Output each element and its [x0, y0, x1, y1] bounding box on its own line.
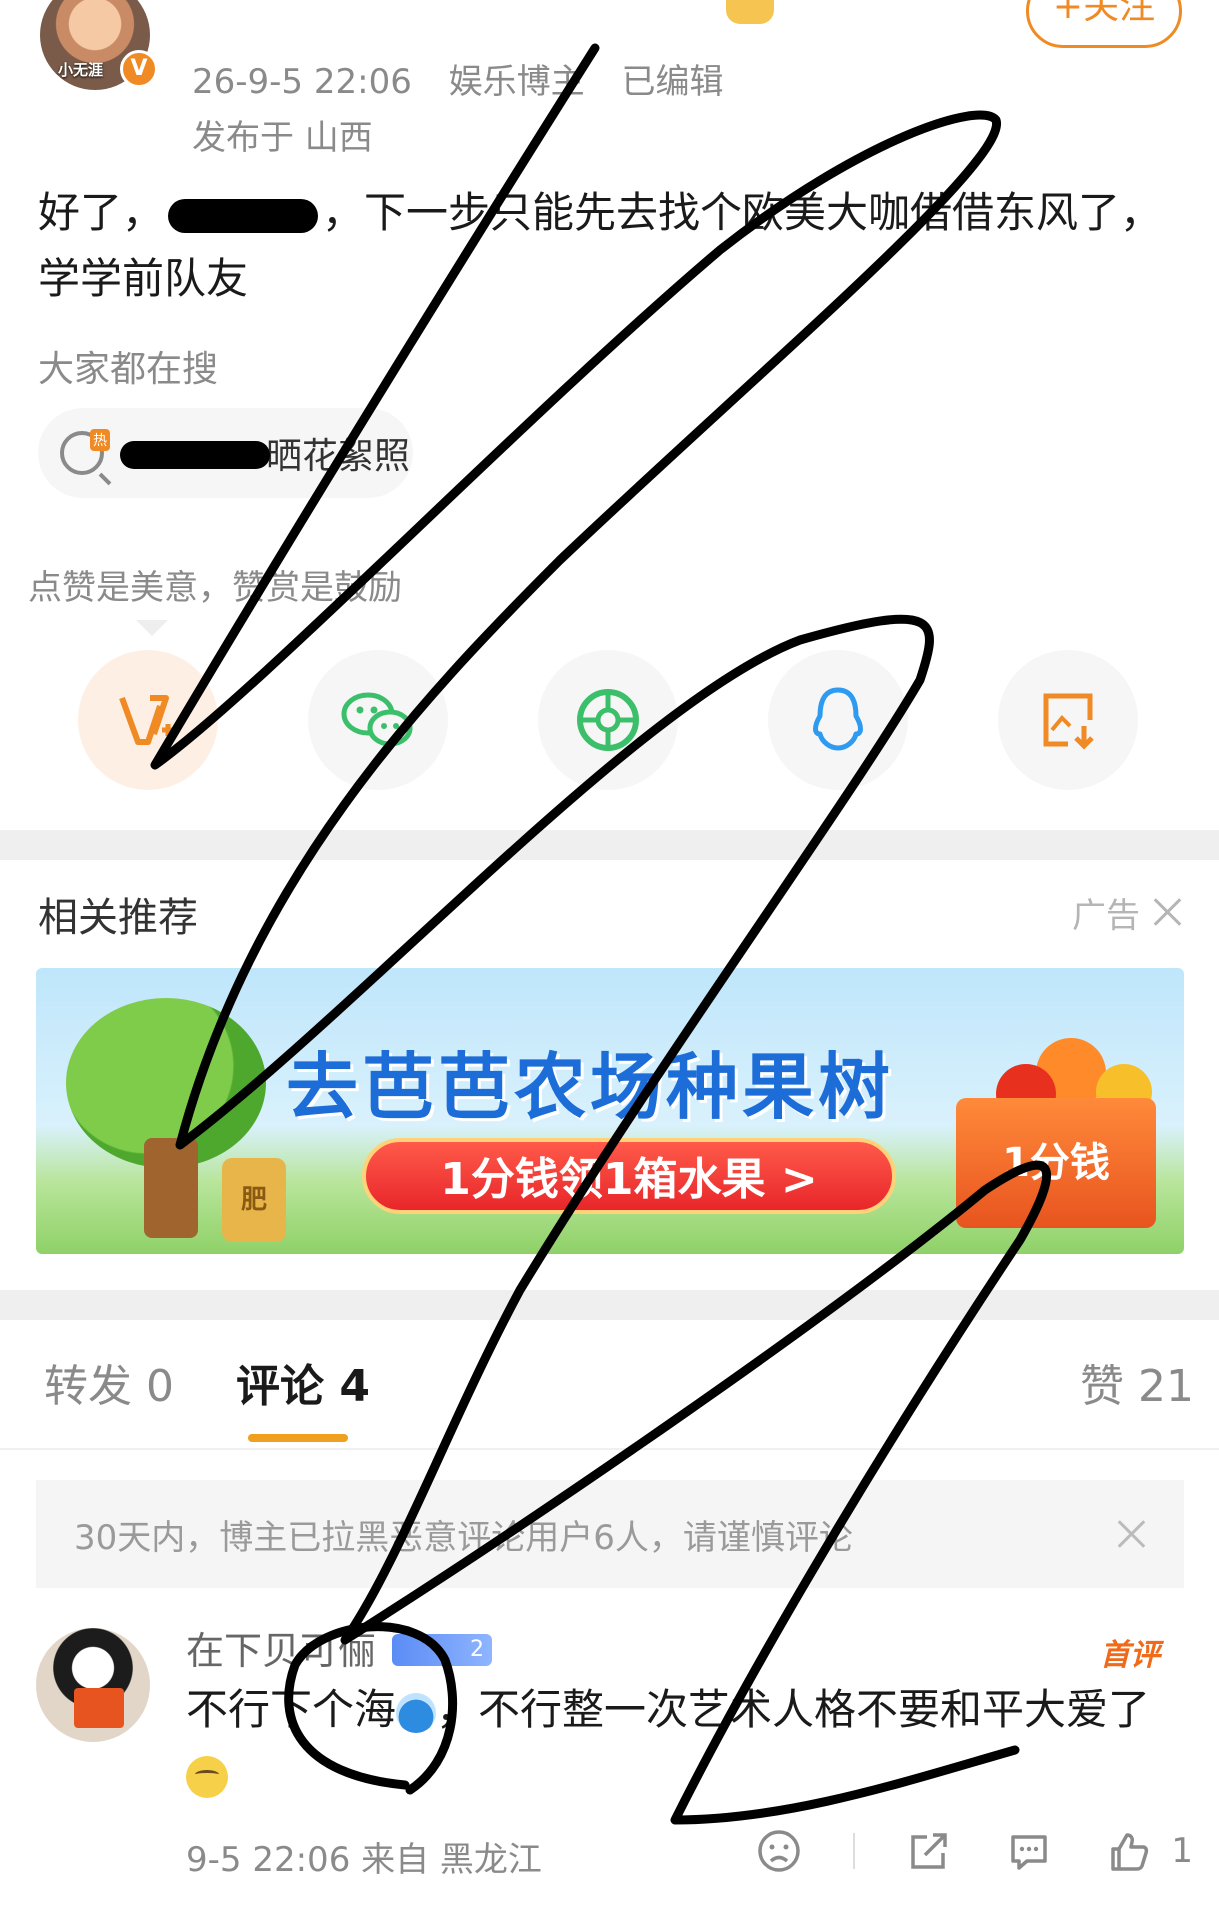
interaction-tabs: 转发 0 评论 4 赞 21 — [0, 1350, 1219, 1450]
post-meta: 26-9-5 22:06 娱乐博主 已编辑 — [192, 54, 749, 103]
hot-search-icon: 热 — [60, 429, 110, 475]
section-divider — [0, 830, 1219, 860]
notice-text: 30天内，博主已拉黑恶意评论用户6人，请谨慎评论 — [74, 1517, 853, 1558]
dislike-button[interactable] — [753, 1826, 805, 1876]
user-level-badge: 2 — [392, 1634, 492, 1666]
trending-search-chip[interactable]: 热 晒花絮照 — [38, 408, 413, 498]
share-icon — [911, 1833, 948, 1869]
section-divider — [0, 1290, 1219, 1320]
comment-meta: 9-5 22:06 来自 黑龙江 — [186, 1840, 542, 1880]
reward-tip: 点赞是美意，赞赏是鼓励 — [28, 568, 402, 608]
book-illustration — [74, 1688, 124, 1728]
ad-banner[interactable]: 肥 去芭芭农场种果树 1分钱领1箱水果 > 1分钱 — [36, 968, 1184, 1254]
qq-share-button[interactable] — [768, 650, 908, 790]
trending-search-text: 晒花絮照 — [116, 427, 410, 479]
tip-pointer — [136, 620, 168, 636]
fruit-box: 1分钱 — [956, 1098, 1156, 1228]
tab-likes[interactable]: 赞 21 — [1080, 1350, 1194, 1414]
avatar-caption: 小无涯 — [58, 61, 104, 79]
reply-button[interactable] — [1003, 1826, 1055, 1876]
shy-face-emoji-icon — [186, 1755, 228, 1798]
thumbs-up-icon — [1111, 1833, 1149, 1871]
share-comment-button[interactable] — [903, 1826, 955, 1876]
wechat-icon — [341, 692, 413, 747]
comment-actions: 1 — [705, 1826, 1193, 1876]
post-location: 发布于 山西 — [192, 118, 373, 158]
tab-comments[interactable]: 评论 4 — [236, 1350, 370, 1414]
notice-close-icon[interactable] — [1114, 1516, 1148, 1550]
redaction-mark — [120, 441, 270, 469]
verified-badge-icon: V — [120, 50, 158, 88]
like-comment-button[interactable] — [1103, 1826, 1155, 1876]
crown-icon — [726, 0, 774, 24]
comment-like-count: 1 — [1171, 1831, 1193, 1871]
comment-text-part-2: ，不行整一次艺术人格不要和平大爱了 — [436, 1685, 1151, 1734]
ad-cta-button[interactable]: 1分钱领1箱水果 > — [362, 1138, 896, 1214]
post-time: 26-9-5 22:06 — [192, 62, 412, 102]
trending-search-title: 大家都在搜 — [38, 349, 219, 390]
wechat-share-button[interactable] — [308, 650, 448, 790]
ad-label: 广告 — [1072, 896, 1140, 936]
first-comment-badge: 首评 — [1100, 1638, 1160, 1673]
vip-reward-button[interactable] — [78, 650, 218, 790]
action-divider — [853, 1833, 856, 1869]
active-tab-indicator — [248, 1434, 348, 1442]
ad-headline: 去芭芭农场种果树 — [286, 1045, 895, 1129]
sad-face-icon — [758, 1830, 801, 1872]
moments-icon — [577, 689, 639, 751]
qq-icon — [813, 687, 863, 751]
share-row — [0, 650, 1219, 790]
follow-button[interactable]: +关注 — [1026, 0, 1182, 48]
edited-label[interactable]: 已编辑 — [621, 62, 723, 102]
commenter-avatar[interactable] — [36, 1628, 150, 1742]
author-avatar[interactable]: 小无涯 V — [40, 0, 158, 90]
comment-notice: 30天内，博主已拉黑恶意评论用户6人，请谨慎评论 — [36, 1480, 1184, 1588]
post-text: 好了， ，下一步只能先去找个欧美大咖借借东风了，学学前队友 — [38, 180, 1188, 312]
post-header: 小无涯 V +关注 26-9-5 22:06 娱乐博主 已编辑 发布于 山西 — [0, 0, 1219, 160]
hot-tag: 热 — [90, 429, 110, 451]
tree-trunk-illustration — [144, 1138, 198, 1238]
commenter-name[interactable]: 在下贝可俪 — [186, 1620, 376, 1675]
vip-reward-icon — [119, 695, 174, 745]
comment-text: 不行下个海 ，不行整一次艺术人格不要和平大爱了 — [186, 1678, 1186, 1806]
tab-reposts[interactable]: 转发 0 — [44, 1350, 174, 1414]
moments-share-button[interactable] — [538, 650, 678, 790]
comment-text-part-1: 不行下个海 — [186, 1685, 397, 1734]
save-image-icon — [1043, 693, 1094, 750]
ad-close-icon[interactable] — [1150, 894, 1184, 928]
fertilizer-barrel: 肥 — [222, 1158, 286, 1242]
post-text-part-1: 好了， — [38, 188, 165, 237]
redaction-mark — [168, 198, 319, 233]
comment-item: 在下贝可俪 2 首评 不行下个海 ，不行整一次艺术人格不要和平大爱了 9-5 22… — [0, 1620, 1219, 1905]
wave-emoji-icon — [396, 1692, 437, 1733]
author-role: 娱乐博主 — [448, 62, 585, 102]
comment-bubble-icon — [1011, 1835, 1048, 1870]
save-image-button[interactable] — [998, 650, 1138, 790]
recommend-title: 相关推荐 — [38, 895, 198, 941]
